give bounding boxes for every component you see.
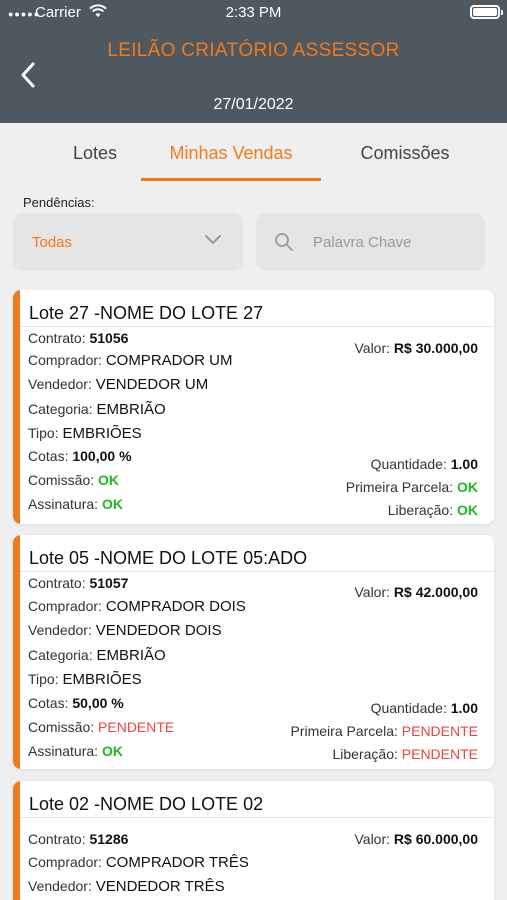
tab-lotes[interactable]: Lotes xyxy=(40,143,150,164)
lot-card[interactable]: Lote 27 -NOME DO LOTE 27 Contrato: 51056… xyxy=(13,290,494,524)
status-time: 2:33 PM xyxy=(225,4,282,21)
cotas-value: 100,00 % xyxy=(72,448,132,464)
card-accent-bar xyxy=(13,290,20,524)
liberacao-status: PENDENTE xyxy=(401,746,478,762)
categoria-row: Categoria: EMBRIÃO xyxy=(28,647,166,664)
page-title: LEILÃO CRIATÓRIO ASSESSOR xyxy=(107,40,400,61)
search-icon xyxy=(275,233,293,251)
tipo-value: EMBRIÕES xyxy=(62,671,142,688)
cotas-value: 50,00 % xyxy=(72,695,124,711)
comprador-value: COMPRADOR DOIS xyxy=(105,598,246,615)
lot-card[interactable]: Lote 02 -NOME DO LOTE 02 Contrato: 51286… xyxy=(13,781,494,900)
categoria-row: Categoria: EMBRIÃO xyxy=(28,401,166,418)
page-date: 27/01/2022 xyxy=(213,96,294,113)
contrato-row: Contrato: 51057 xyxy=(28,575,129,591)
active-tab-indicator xyxy=(141,178,321,181)
contrato-value: 51057 xyxy=(89,575,129,591)
cotas-row: Cotas: 50,00 % xyxy=(28,695,124,711)
tipo-row: Tipo: EMBRIÕES xyxy=(28,671,142,688)
comprador-value: COMPRADOR TRÊS xyxy=(105,854,249,871)
lot-title: Lote 05 -NOME DO LOTE 05:ADO xyxy=(29,548,308,568)
contrato-value: 51286 xyxy=(89,831,129,847)
comprador-row: Comprador: COMPRADOR DOIS xyxy=(28,598,246,615)
lot-title: Lote 27 -NOME DO LOTE 27 xyxy=(29,303,264,323)
assinatura-status: OK xyxy=(101,496,123,512)
primeira-parcela-row: Primeira Parcela: PENDENTE xyxy=(290,723,479,739)
tipo-row: Tipo: EMBRIÕES xyxy=(28,425,142,442)
card-accent-bar xyxy=(13,781,20,900)
liberacao-row: Liberação: OK xyxy=(387,502,478,518)
valor-value: R$ 30.000,00 xyxy=(393,340,478,356)
comprador-row: Comprador: COMPRADOR UM xyxy=(28,352,233,369)
chevron-down-icon xyxy=(205,235,221,245)
status-bar: ●●●●● Carrier 2:33 PM xyxy=(0,0,507,28)
pendencias-select[interactable]: Todas xyxy=(13,213,243,271)
cotas-row: Cotas: 100,00 % xyxy=(28,448,132,464)
comissao-row: Comissão: PENDENTE xyxy=(28,719,175,735)
valor-value: R$ 60.000,00 xyxy=(393,831,478,847)
pendencias-selected-value: Todas xyxy=(32,234,73,251)
primeira-parcela-status: OK xyxy=(457,479,478,495)
lot-card[interactable]: Lote 05 -NOME DO LOTE 05:ADO Contrato: 5… xyxy=(13,535,494,769)
quantidade-row: Quantidade: 1.00 xyxy=(370,456,478,472)
search-box[interactable] xyxy=(256,213,485,271)
tab-comissoes[interactable]: Comissões xyxy=(330,143,480,164)
search-input[interactable] xyxy=(313,231,473,253)
primeira-parcela-row: Primeira Parcela: OK xyxy=(345,479,478,495)
primeira-parcela-status: PENDENTE xyxy=(401,723,478,739)
tab-minhas-vendas[interactable]: Minhas Vendas xyxy=(141,143,321,164)
lot-title: Lote 02 -NOME DO LOTE 02 xyxy=(29,794,264,814)
tipo-value: EMBRIÕES xyxy=(62,425,142,442)
valor-row: Valor: R$ 60.000,00 xyxy=(354,831,478,847)
contrato-value: 51056 xyxy=(89,330,129,346)
quantidade-row: Quantidade: 1.00 xyxy=(370,700,478,716)
battery-icon xyxy=(470,5,503,19)
comissao-status: PENDENTE xyxy=(98,719,175,735)
pendencias-label: Pendências: xyxy=(23,195,95,210)
comprador-value: COMPRADOR UM xyxy=(105,352,233,369)
vendedor-value: VENDEDOR DOIS xyxy=(95,622,222,639)
assinatura-status: OK xyxy=(101,743,123,759)
valor-value: R$ 42.000,00 xyxy=(393,584,478,600)
vendedor-value: VENDEDOR UM xyxy=(95,376,209,393)
vendedor-value: VENDEDOR TRÊS xyxy=(95,878,225,895)
quantidade-value: 1.00 xyxy=(450,456,478,472)
comissao-row: Comissão: OK xyxy=(28,472,120,488)
back-button[interactable] xyxy=(14,58,42,92)
valor-row: Valor: R$ 42.000,00 xyxy=(354,584,478,600)
liberacao-status: OK xyxy=(457,502,478,518)
tab-bar: Lotes Minhas Vendas Comissões xyxy=(0,123,507,183)
vendedor-row: Vendedor: VENDEDOR TRÊS xyxy=(28,878,225,895)
quantidade-value: 1.00 xyxy=(450,700,478,716)
categoria-value: EMBRIÃO xyxy=(96,401,166,418)
vendedor-row: Vendedor: VENDEDOR UM xyxy=(28,376,209,393)
categoria-value: EMBRIÃO xyxy=(96,647,166,664)
vendedor-row: Vendedor: VENDEDOR DOIS xyxy=(28,622,222,639)
chevron-left-icon xyxy=(21,62,35,88)
comprador-row: Comprador: COMPRADOR TRÊS xyxy=(28,854,249,871)
card-accent-bar xyxy=(13,535,20,769)
comissao-status: OK xyxy=(98,472,120,488)
assinatura-row: Assinatura: OK xyxy=(28,496,123,512)
liberacao-row: Liberação: PENDENTE xyxy=(332,746,478,762)
contrato-row: Contrato: 51286 xyxy=(28,831,129,847)
assinatura-row: Assinatura: OK xyxy=(28,743,123,759)
contrato-row: Contrato: 51056 xyxy=(28,330,129,346)
app-header: ●●●●● Carrier 2:33 PM LEILÃO CRIATÓRIO A… xyxy=(0,0,507,123)
valor-row: Valor: R$ 30.000,00 xyxy=(354,340,478,356)
